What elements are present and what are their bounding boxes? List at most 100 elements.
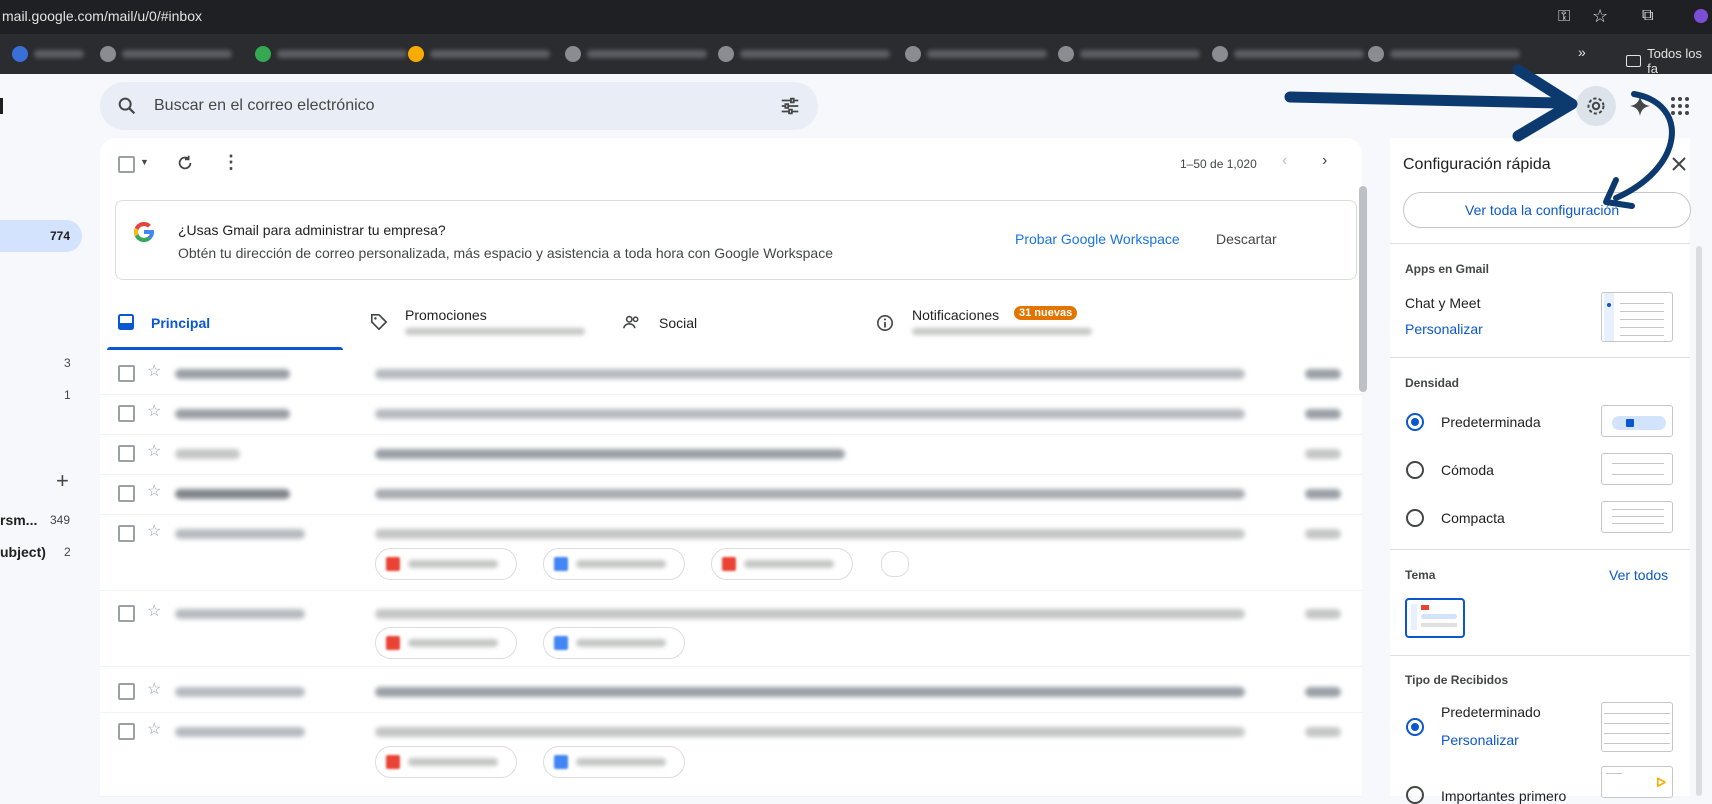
attachment-chip[interactable]: [543, 548, 685, 580]
inbox-type-default-thumbnail: [1601, 702, 1673, 752]
star-icon[interactable]: ☆: [147, 719, 161, 739]
search-input[interactable]: Buscar en el correo electrónico: [154, 97, 375, 115]
chat-meet-label: Chat y Meet: [1405, 295, 1481, 311]
select-all-checkbox[interactable]: [118, 156, 135, 173]
active-tab-indicator: [107, 347, 343, 350]
star-icon[interactable]: ☆: [147, 361, 161, 381]
info-icon: [876, 314, 894, 332]
star-icon[interactable]: ☆: [147, 441, 161, 461]
tag-icon: [370, 313, 388, 331]
select-dropdown-icon[interactable]: ▼: [140, 157, 149, 167]
extensions-icon[interactable]: ⧉: [1642, 7, 1653, 25]
bookmark-item[interactable]: [718, 46, 890, 62]
attachment-chip[interactable]: [711, 548, 853, 580]
bookmark-item[interactable]: [1368, 46, 1520, 62]
bookmark-item[interactable]: [100, 46, 232, 62]
gear-icon: [1587, 97, 1605, 115]
tab-principal[interactable]: Principal: [151, 315, 210, 331]
sidebar-label-partial[interactable]: rsm...: [0, 512, 37, 528]
inbox-type-radio-important[interactable]: [1406, 786, 1424, 804]
row-checkbox[interactable]: [118, 405, 135, 422]
row-checkbox[interactable]: [118, 485, 135, 502]
density-radio-compact[interactable]: [1406, 509, 1424, 527]
attachment-chip[interactable]: [375, 746, 517, 778]
row-checkbox[interactable]: [118, 723, 135, 740]
divider: [1390, 357, 1690, 358]
menu-icon-partial[interactable]: [0, 98, 3, 114]
star-icon[interactable]: ☆: [147, 521, 161, 541]
bookmark-item[interactable]: [12, 46, 84, 62]
attachment-chip[interactable]: [375, 627, 517, 659]
bookmark-star-icon[interactable]: ☆: [1592, 6, 1608, 27]
arrowhead-to-gear: [1512, 64, 1578, 142]
date-blurred: [1305, 609, 1341, 619]
attachment-chip[interactable]: [543, 746, 685, 778]
inbox-count: 774: [49, 229, 70, 243]
bookmark-item[interactable]: [565, 46, 707, 62]
sidebar-label-partial[interactable]: ubject): [0, 544, 46, 560]
try-workspace-link[interactable]: Probar Google Workspace: [1015, 231, 1180, 247]
subject-blurred: [375, 449, 845, 459]
key-icon[interactable]: ⚿: [1558, 8, 1570, 26]
row-checkbox[interactable]: [118, 365, 135, 382]
density-radio-default[interactable]: [1406, 413, 1424, 431]
density-default-thumbnail: [1601, 405, 1673, 437]
search-icon[interactable]: [116, 95, 138, 117]
theme-thumbnail[interactable]: [1405, 598, 1465, 638]
browser-address-bar: [0, 0, 1712, 34]
email-row[interactable]: [100, 590, 1362, 667]
bookmark-item[interactable]: [1058, 46, 1200, 62]
star-icon[interactable]: ☆: [147, 401, 161, 421]
sender-blurred: [175, 409, 290, 419]
bookmark-item[interactable]: [1212, 46, 1364, 62]
close-icon[interactable]: [1672, 157, 1686, 171]
refresh-icon[interactable]: [176, 154, 194, 172]
search-options-icon[interactable]: [779, 95, 801, 117]
star-icon[interactable]: ☆: [147, 601, 161, 621]
tab-promociones[interactable]: Promociones: [405, 307, 487, 323]
tab-social[interactable]: Social: [659, 315, 697, 331]
more-attachments-chip[interactable]: [881, 551, 909, 577]
see-all-settings-label: Ver toda la configuración: [1465, 202, 1620, 218]
add-label-icon[interactable]: +: [56, 468, 69, 494]
density-section-title: Densidad: [1405, 376, 1460, 390]
bookmark-item[interactable]: [255, 46, 407, 62]
star-icon[interactable]: ☆: [147, 679, 161, 699]
prev-page-icon[interactable]: ‹: [1282, 152, 1287, 170]
sidebar-item-inbox[interactable]: 774: [0, 220, 82, 252]
subject-blurred: [375, 369, 1245, 379]
inbox-type-personalize-link[interactable]: Personalizar: [1441, 732, 1519, 748]
bookmarks-overflow-icon[interactable]: »: [1578, 44, 1586, 60]
personalize-chat-link[interactable]: Personalizar: [1405, 321, 1483, 337]
apps-grid-icon[interactable]: [1670, 96, 1690, 116]
star-icon[interactable]: ☆: [147, 481, 161, 501]
arrow-to-gear: [1284, 91, 1566, 109]
email-row[interactable]: [100, 712, 1362, 797]
dismiss-promo-button[interactable]: Descartar: [1216, 231, 1277, 247]
theme-see-all-link[interactable]: Ver todos: [1609, 567, 1668, 583]
date-blurred: [1305, 449, 1341, 459]
bookmarks-folder-label: Todos los fa: [1647, 46, 1703, 76]
row-checkbox[interactable]: [118, 683, 135, 700]
profile-icon[interactable]: [1694, 9, 1708, 23]
attachment-chip[interactable]: [543, 627, 685, 659]
settings-panel-scrollbar[interactable]: [1696, 246, 1702, 796]
next-page-icon[interactable]: ›: [1322, 152, 1327, 170]
bookmark-item[interactable]: [408, 46, 550, 62]
attachment-chip[interactable]: [375, 548, 517, 580]
tab-notificaciones[interactable]: Notificaciones: [912, 307, 999, 323]
settings-gear-button[interactable]: [1576, 86, 1616, 126]
row-checkbox[interactable]: [118, 605, 135, 622]
bookmark-item[interactable]: [905, 46, 1047, 62]
gemini-sparkle-icon[interactable]: [1628, 94, 1652, 118]
row-checkbox[interactable]: [118, 445, 135, 462]
more-vert-icon[interactable]: ⋮: [222, 152, 240, 173]
row-checkbox[interactable]: [118, 525, 135, 542]
url-text[interactable]: mail.google.com/mail/u/0/#inbox: [2, 8, 202, 24]
mail-list-scrollbar[interactable]: [1359, 186, 1367, 392]
density-radio-comfortable[interactable]: [1406, 461, 1424, 479]
folder-icon: [1626, 55, 1642, 67]
inbox-type-radio-default[interactable]: [1406, 718, 1424, 736]
all-bookmarks-folder[interactable]: Todos los fa: [1626, 46, 1712, 76]
inbox-tab-icon: [118, 314, 134, 330]
